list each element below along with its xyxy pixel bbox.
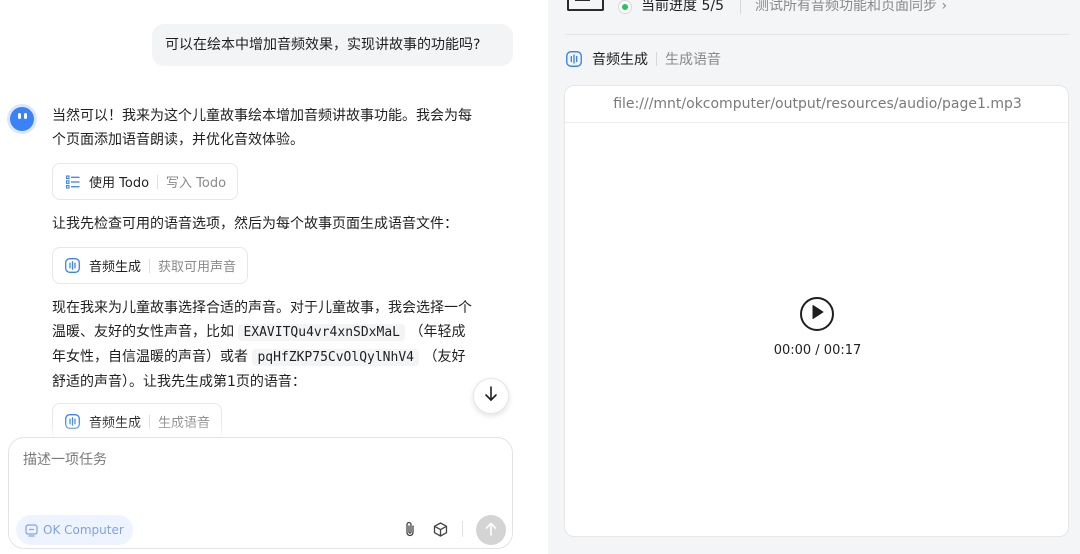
- divider: [149, 414, 151, 429]
- tool-call-audio-voices[interactable]: 音频生成 获取可用声音: [52, 247, 249, 284]
- tool-call-desc: 获取可用声音: [158, 260, 237, 275]
- active-tool-name: 音频生成: [592, 52, 648, 68]
- text-fragment: （年轻成: [409, 324, 466, 340]
- audio-wave-icon: [65, 258, 80, 273]
- file-path-bar: file:///mnt/okcomputer/output/resources/…: [565, 86, 1068, 123]
- assistant-avatar: [10, 107, 34, 131]
- tool-call-todo[interactable]: 使用 Todo 写入 Todo: [52, 163, 239, 200]
- divider: [740, 0, 741, 14]
- play-button[interactable]: [800, 297, 834, 331]
- divider: [462, 521, 463, 537]
- checklist-icon: [65, 174, 80, 189]
- avatar-eye-right: [24, 113, 27, 119]
- assistant-paragraph-3-line2: 温暖、友好的女性声音，比如 EXAVITQu4vr4xnSDxMaL （年轻成: [52, 320, 502, 345]
- computer-panel: 当前进度 5/5 测试所有音频功能和页面同步 › 音频生成 生成语音 file:…: [548, 0, 1080, 554]
- computer-icon: [25, 523, 38, 537]
- tool-call-name: 使用 Todo: [89, 176, 150, 191]
- monitor-icon-bar: [575, 0, 590, 1]
- assistant-paragraph-1: 当然可以！我来为这个儿童故事绘本增加音频讲故事功能。我会为每 个页面添加语音朗读…: [52, 104, 502, 152]
- progress-label: 当前进度 5/5: [641, 0, 724, 14]
- assistant-paragraph-1-line1: 当然可以！我来为这个儿童故事绘本增加音频讲故事功能。我会为每: [52, 108, 472, 124]
- ok-computer-mode-chip[interactable]: OK Computer: [16, 515, 133, 545]
- chat-pane: 可以在绘本中增加音频效果，实现讲故事的功能吗? 当然可以！我来为这个儿童故事绘本…: [0, 0, 548, 554]
- divider: [565, 34, 1069, 35]
- active-tool-desc: 生成语音: [665, 52, 721, 68]
- cube-icon[interactable]: [431, 520, 449, 538]
- task-input[interactable]: [23, 449, 493, 499]
- user-message-bubble: 可以在绘本中增加音频效果，实现讲故事的功能吗?: [152, 24, 513, 66]
- progress-status-dot: [618, 0, 632, 14]
- arrow-up-icon: [485, 521, 497, 540]
- tool-call-name: 音频生成: [89, 260, 142, 275]
- audio-wave-icon: [566, 51, 582, 67]
- text-fragment: 年女性，自信温暖的声音）或者: [52, 349, 248, 365]
- monitor-icon: [567, 0, 604, 11]
- tool-call-audio-generate[interactable]: 音频生成 生成语音: [52, 403, 223, 440]
- task-composer: OK Computer: [8, 437, 513, 549]
- voice-id-code: pqHfZKP75CvOlQylNhV4: [252, 349, 419, 366]
- assistant-paragraph-3-line3: 年女性，自信温暖的声音）或者 pqHfZKP75CvOlQylNhV4 （友好: [52, 345, 502, 370]
- avatar-eye-left: [18, 113, 21, 119]
- playback-time: 00:00 / 00:17: [773, 343, 862, 358]
- assistant-paragraph-2: 让我先检查可用的语音选项，然后为每个故事页面生成语音文件：: [52, 216, 458, 232]
- current-step-link[interactable]: 测试所有音频功能和页面同步 ›: [755, 0, 947, 15]
- play-icon: [810, 304, 824, 324]
- attach-paperclip-icon[interactable]: [401, 520, 419, 538]
- assistant-paragraph-3-line4: 舒适的声音）。让我先生成第1页的语音：: [52, 374, 306, 390]
- tool-call-name: 音频生成: [89, 416, 142, 431]
- mode-chip-label: OK Computer: [43, 523, 124, 537]
- scroll-to-bottom-button[interactable]: [473, 378, 509, 414]
- active-tool-header: 音频生成 生成语音: [566, 49, 721, 69]
- audio-wave-icon: [65, 414, 80, 429]
- audio-viewer: file:///mnt/okcomputer/output/resources/…: [564, 85, 1069, 537]
- assistant-paragraph-1-line2: 个页面添加语音朗读，并优化音效体验。: [52, 132, 304, 148]
- tool-call-desc: 写入 Todo: [166, 176, 227, 191]
- text-fragment: （友好: [423, 349, 466, 365]
- assistant-paragraph-3: 现在我来为儿童故事选择合适的声音。对于儿童故事，我会选择一个 温暖、友好的女性声…: [52, 296, 502, 394]
- tool-call-desc: 生成语音: [158, 416, 211, 431]
- divider: [157, 174, 159, 189]
- assistant-paragraph-3-line1: 现在我来为儿童故事选择合适的声音。对于儿童故事，我会选择一个: [52, 300, 472, 316]
- arrow-down-icon: [484, 386, 498, 406]
- voice-id-code: EXAVITQu4vr4xnSDxMaL: [238, 324, 405, 341]
- divider: [656, 52, 657, 66]
- send-button[interactable]: [476, 515, 506, 545]
- text-fragment: 温暖、友好的女性声音，比如: [52, 324, 234, 340]
- divider: [149, 258, 151, 273]
